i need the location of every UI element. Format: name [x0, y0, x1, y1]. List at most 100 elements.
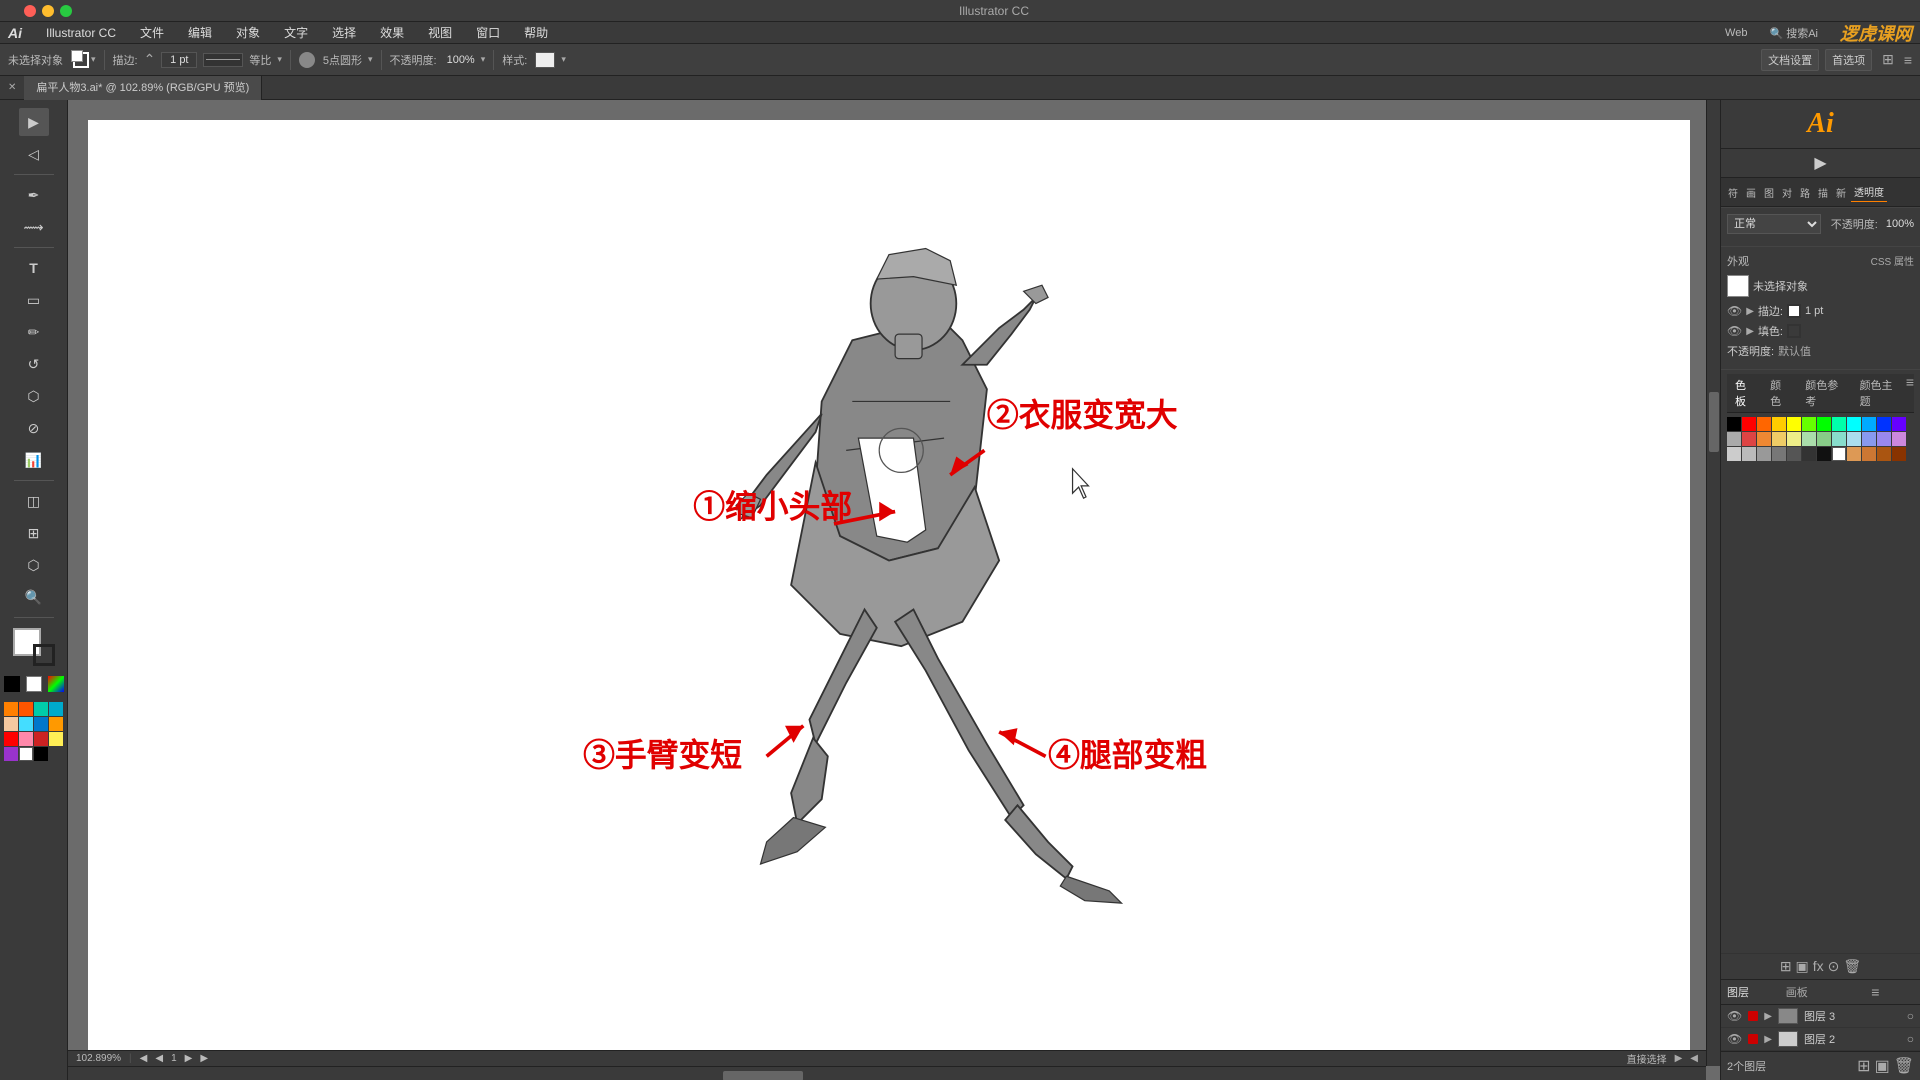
- layer-item-3[interactable]: 👁 ▶ 图层 3 ○: [1721, 1005, 1920, 1028]
- swatch-31[interactable]: [1832, 447, 1846, 461]
- swatch-9[interactable]: [1862, 417, 1876, 431]
- artboards-tab-label[interactable]: 画板: [1786, 984, 1829, 1000]
- swatch-amber[interactable]: [49, 717, 63, 731]
- tab-close-icon[interactable]: ✕: [8, 82, 16, 93]
- delete-layer-button[interactable]: 🗑: [1894, 1056, 1914, 1076]
- pen-tool[interactable]: ✒: [19, 181, 49, 209]
- swatch-7[interactable]: [1832, 417, 1846, 431]
- swatch-10[interactable]: [1877, 417, 1891, 431]
- menu-window[interactable]: 窗口: [472, 24, 504, 41]
- layer2-lock-icon[interactable]: ○: [1907, 1032, 1914, 1046]
- fill-color-box[interactable]: [71, 50, 83, 62]
- swatch-16[interactable]: [1787, 432, 1801, 446]
- menu-effect[interactable]: 效果: [376, 24, 408, 41]
- menu-text[interactable]: 文字: [280, 24, 312, 41]
- point-style-arrow[interactable]: ▾: [368, 54, 373, 65]
- swatch-18[interactable]: [1817, 432, 1831, 446]
- swatch-32[interactable]: [1847, 447, 1861, 461]
- fill-visibility-icon[interactable]: 👁: [1727, 324, 1742, 338]
- tab-swatches[interactable]: 色板: [1727, 374, 1762, 412]
- swatch-25[interactable]: [1742, 447, 1756, 461]
- swatch-cyan[interactable]: [49, 702, 63, 716]
- layer3-expand-icon[interactable]: ▶: [1764, 1011, 1772, 1022]
- window-close-button[interactable]: [24, 5, 36, 17]
- symbol-panel-btn[interactable]: 符: [1725, 183, 1741, 202]
- horizontal-scroll-thumb[interactable]: [723, 1071, 803, 1080]
- new-layer-button[interactable]: ⊞: [1857, 1056, 1870, 1076]
- tab-color-guide[interactable]: 颜色参考: [1797, 374, 1851, 412]
- layers-menu-icon[interactable]: ≡: [1871, 984, 1914, 1000]
- menu-select[interactable]: 选择: [328, 24, 360, 41]
- swatch-0[interactable]: [1727, 417, 1741, 431]
- status-bar-arrow[interactable]: ▶: [1675, 1053, 1683, 1064]
- new-artboard-button[interactable]: ▣: [1875, 1056, 1890, 1076]
- swatch-4[interactable]: [1787, 417, 1801, 431]
- new-panel-btn[interactable]: 新: [1833, 183, 1849, 202]
- layer2-visibility-icon[interactable]: 👁: [1727, 1032, 1742, 1046]
- swatch-11[interactable]: [1892, 417, 1906, 431]
- align-panel-btn[interactable]: 对: [1779, 183, 1795, 202]
- swatch-26[interactable]: [1757, 447, 1771, 461]
- stroke-expand-icon[interactable]: ▶: [1746, 306, 1754, 317]
- swatch-14[interactable]: [1757, 432, 1771, 446]
- swatch-17[interactable]: [1802, 432, 1816, 446]
- type-tool[interactable]: T: [19, 254, 49, 282]
- search-icon[interactable]: 🔍 搜索Ai: [1769, 25, 1818, 41]
- swatch-30[interactable]: [1817, 447, 1831, 461]
- set-black-button[interactable]: [4, 676, 20, 692]
- mesh-tool[interactable]: ⊞: [19, 519, 49, 547]
- stroke-color-selector[interactable]: ▾: [73, 52, 96, 68]
- swatch-red-orange[interactable]: [19, 702, 33, 716]
- fill-expand-icon[interactable]: ▶: [1746, 326, 1754, 337]
- arrange-icon[interactable]: ⊞: [1882, 51, 1894, 68]
- transparency-panel-btn[interactable]: 透明度: [1851, 182, 1887, 202]
- swatch-27[interactable]: [1772, 447, 1786, 461]
- fill-stroke-indicator[interactable]: [13, 628, 55, 666]
- page-nav-last[interactable]: ▶: [200, 1053, 208, 1064]
- style-preview[interactable]: [535, 52, 555, 68]
- menu-edit[interactable]: 编辑: [184, 24, 216, 41]
- swatch-12[interactable]: [1727, 432, 1741, 446]
- document-tab[interactable]: 扁平人物3.ai* @ 102.89% (RGB/GPU 预览): [24, 76, 262, 100]
- set-color-button[interactable]: [48, 676, 64, 692]
- swatch-22[interactable]: [1877, 432, 1891, 446]
- set-white-button[interactable]: [26, 676, 42, 692]
- page-nav-prev[interactable]: ◀: [140, 1053, 148, 1064]
- warp-tool[interactable]: ⊘: [19, 414, 49, 442]
- swatch-19[interactable]: [1832, 432, 1846, 446]
- stroke-color-indicator[interactable]: [33, 644, 55, 666]
- rectangle-tool[interactable]: ▭: [19, 286, 49, 314]
- style-arrow[interactable]: ▾: [561, 54, 566, 65]
- vertical-scroll-thumb[interactable]: [1709, 392, 1719, 452]
- stroke-up-arrow[interactable]: ⌃: [144, 51, 156, 68]
- graph-tool[interactable]: 📊: [19, 446, 49, 474]
- swatch-teal[interactable]: [34, 702, 48, 716]
- new-layer-icon[interactable]: ⊞: [1780, 958, 1792, 975]
- image-panel-btn[interactable]: 图: [1761, 183, 1777, 202]
- swatch-6[interactable]: [1817, 417, 1831, 431]
- swatch-2[interactable]: [1757, 417, 1771, 431]
- menu-view[interactable]: 视图: [424, 24, 456, 41]
- play-icon[interactable]: ▶: [1814, 153, 1826, 173]
- tab-color[interactable]: 颜色: [1762, 374, 1797, 412]
- paint-panel-btn[interactable]: 画: [1743, 183, 1759, 202]
- status-bar-nav[interactable]: ◀: [1690, 1053, 1698, 1064]
- swatch-black[interactable]: [34, 747, 48, 761]
- layer-item-2[interactable]: 👁 ▶ 图层 2 ○: [1721, 1028, 1920, 1051]
- horizontal-scrollbar[interactable]: [68, 1066, 1706, 1080]
- swatch-purple[interactable]: [4, 747, 18, 761]
- fx-icon[interactable]: fx: [1813, 958, 1824, 975]
- rotate-tool[interactable]: ↺: [19, 350, 49, 378]
- swatch-1[interactable]: [1742, 417, 1756, 431]
- swatch-light-blue[interactable]: [19, 717, 33, 731]
- stroke-color-appearance[interactable]: [1787, 304, 1801, 318]
- swatch-15[interactable]: [1772, 432, 1786, 446]
- page-nav-next[interactable]: ▶: [185, 1053, 193, 1064]
- reflect-tool[interactable]: ⬡: [19, 382, 49, 410]
- stroke-color-box[interactable]: [73, 52, 89, 68]
- menu-help[interactable]: 帮助: [520, 24, 552, 41]
- swatch-skin[interactable]: [4, 717, 18, 731]
- selection-tool[interactable]: ▶: [19, 108, 49, 136]
- gradient-tool[interactable]: ◫: [19, 487, 49, 515]
- opacity-arrow[interactable]: ▾: [481, 54, 486, 65]
